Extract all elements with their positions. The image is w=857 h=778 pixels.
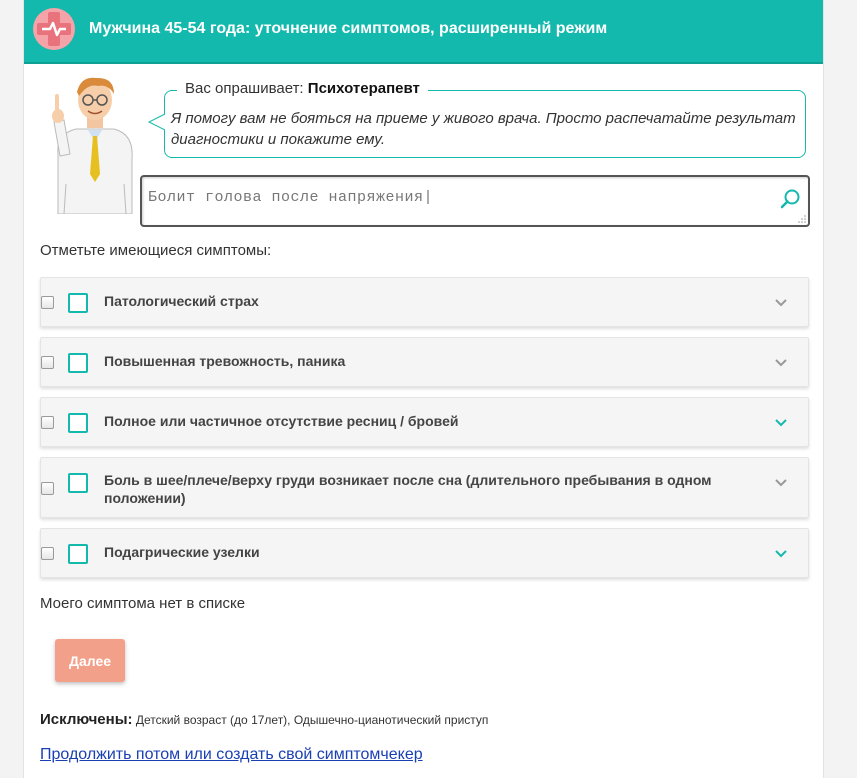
medical-cross-logo-icon	[33, 8, 75, 50]
resize-handle-icon[interactable]	[798, 215, 806, 223]
next-button[interactable]: Далее	[55, 639, 125, 682]
symptom-label: Патологический страх	[104, 293, 259, 309]
no-symptom-link[interactable]: Моего симптома нет в списке	[40, 595, 245, 612]
symptom-row[interactable]: Патологический страх	[40, 277, 809, 327]
symptom-checkbox[interactable]	[68, 293, 88, 313]
symptom-label: Повышенная тревожность, паника	[104, 353, 346, 369]
symptom-row[interactable]: Полное или частичное отсутствие ресниц /…	[40, 397, 809, 447]
native-checkbox[interactable]	[41, 296, 54, 309]
excluded-conditions: Исключены: Детский возраст (до 17лет), О…	[40, 711, 488, 728]
asker-line: Вас опрашивает: Психотерапевт	[177, 80, 428, 97]
symptom-checkbox[interactable]	[68, 544, 88, 564]
native-checkbox[interactable]	[41, 416, 54, 429]
symptom-checker-card: Мужчина 45-54 года: уточнение симптомов,…	[23, 0, 824, 778]
asker-role: Психотерапевт	[307, 80, 420, 97]
symptom-label: Полное или частичное отсутствие ресниц /…	[104, 413, 459, 429]
symptom-search-box[interactable]	[140, 175, 810, 227]
symptom-row[interactable]: Боль в шее/плече/верху груди возникает п…	[40, 457, 809, 518]
page-title: Мужчина 45-54 года: уточнение симптомов,…	[89, 20, 608, 37]
speech-bubble-tail	[147, 113, 167, 131]
native-checkbox[interactable]	[41, 482, 54, 495]
symptoms-heading: Отметьте имеющиеся симптомы:	[40, 242, 272, 259]
symptom-row[interactable]: Повышенная тревожность, паника	[40, 337, 809, 387]
chevron-down-icon[interactable]	[774, 298, 788, 308]
continue-later-link[interactable]: Продолжить потом или создать свой симпто…	[40, 746, 423, 764]
chevron-down-icon[interactable]	[774, 358, 788, 368]
chevron-down-icon[interactable]	[774, 478, 788, 488]
symptom-checkbox[interactable]	[68, 473, 88, 493]
native-checkbox[interactable]	[41, 547, 54, 560]
chevron-down-icon[interactable]	[774, 549, 788, 559]
chevron-down-icon[interactable]	[774, 418, 788, 428]
symptom-search-input[interactable]	[148, 189, 768, 206]
native-checkbox[interactable]	[41, 356, 54, 369]
symptom-checkbox[interactable]	[68, 413, 88, 433]
asker-prefix: Вас опрашивает:	[185, 80, 304, 97]
symptom-label: Боль в шее/плече/верху груди возникает п…	[104, 472, 712, 506]
symptom-label: Подагрические узелки	[104, 544, 260, 560]
doctor-illustration	[52, 77, 133, 214]
symptom-row[interactable]: Подагрические узелки	[40, 528, 809, 578]
search-icon[interactable]	[780, 188, 802, 210]
header-bar: Мужчина 45-54 года: уточнение симптомов,…	[24, 0, 823, 64]
excluded-text: Детский возраст (до 17лет), Одышечно-циа…	[135, 713, 489, 727]
symptom-checkbox[interactable]	[68, 353, 88, 373]
assistant-message: Я помогу вам не бояться на приеме у живо…	[171, 110, 796, 148]
excluded-label: Исключены:	[40, 711, 133, 728]
